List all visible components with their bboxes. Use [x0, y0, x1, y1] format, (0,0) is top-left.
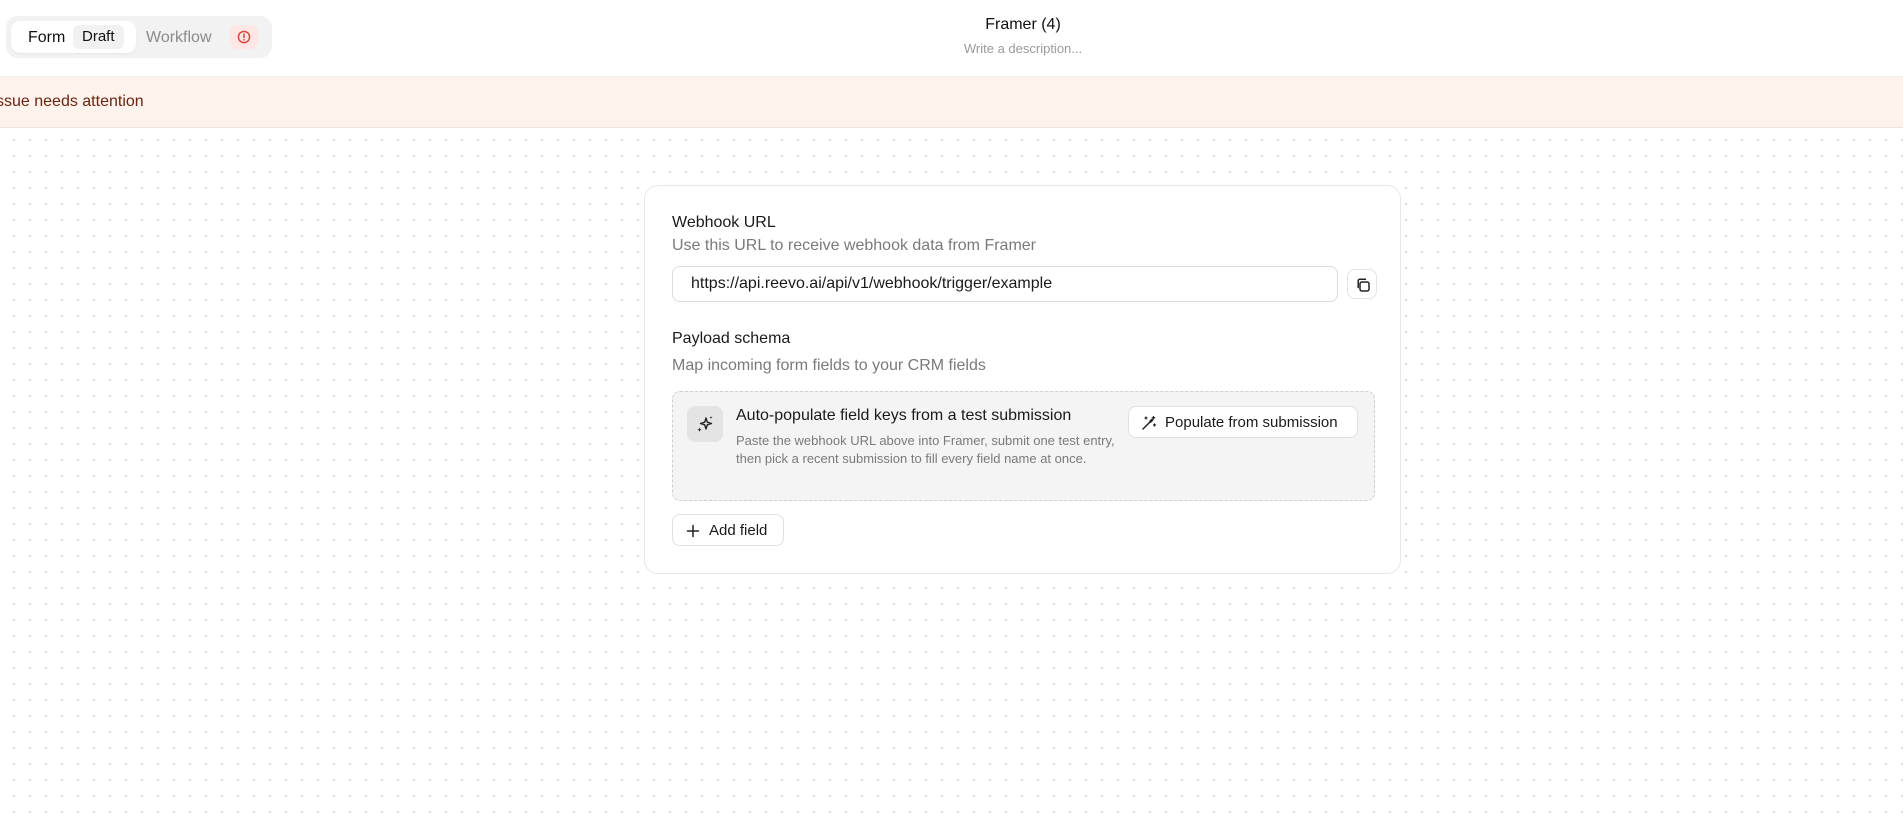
- webhook-title: Webhook URL: [672, 214, 776, 231]
- autopopulate-panel: Auto-populate field keys from a test sub…: [672, 391, 1375, 501]
- copy-url-button[interactable]: [1347, 269, 1377, 299]
- add-field-button[interactable]: Add field: [672, 514, 784, 546]
- webhook-subtitle: Use this URL to receive webhook data fro…: [672, 237, 1036, 254]
- top-header: Form Draft Workflow Framer (4) Write a d…: [0, 0, 1903, 77]
- sparkles-icon: [687, 406, 723, 442]
- payload-subtitle: Map incoming form fields to your CRM fie…: [672, 357, 986, 374]
- add-field-label: Add field: [709, 522, 768, 539]
- populate-button-label: Populate from submission: [1165, 414, 1338, 431]
- webhook-card: Webhook URL Use this URL to receive webh…: [644, 185, 1401, 574]
- autopopulate-description: Paste the webhook URL above into Framer,…: [736, 433, 1115, 466]
- form-title[interactable]: Framer (4): [0, 16, 1903, 34]
- copy-icon: [1357, 278, 1370, 292]
- payload-title: Payload schema: [672, 330, 791, 347]
- populate-from-submission-button[interactable]: Populate from submission: [1128, 406, 1358, 438]
- autopopulate-title: Auto-populate field keys from a test sub…: [736, 407, 1072, 424]
- description-field[interactable]: Write a description...: [0, 41, 1903, 56]
- magic-wand-icon: [1142, 415, 1157, 430]
- plus-icon: [686, 524, 700, 538]
- webhook-url-input[interactable]: [672, 266, 1338, 302]
- banner-text: ssue needs attention: [0, 93, 144, 110]
- issue-banner[interactable]: ssue needs attention: [0, 77, 1903, 128]
